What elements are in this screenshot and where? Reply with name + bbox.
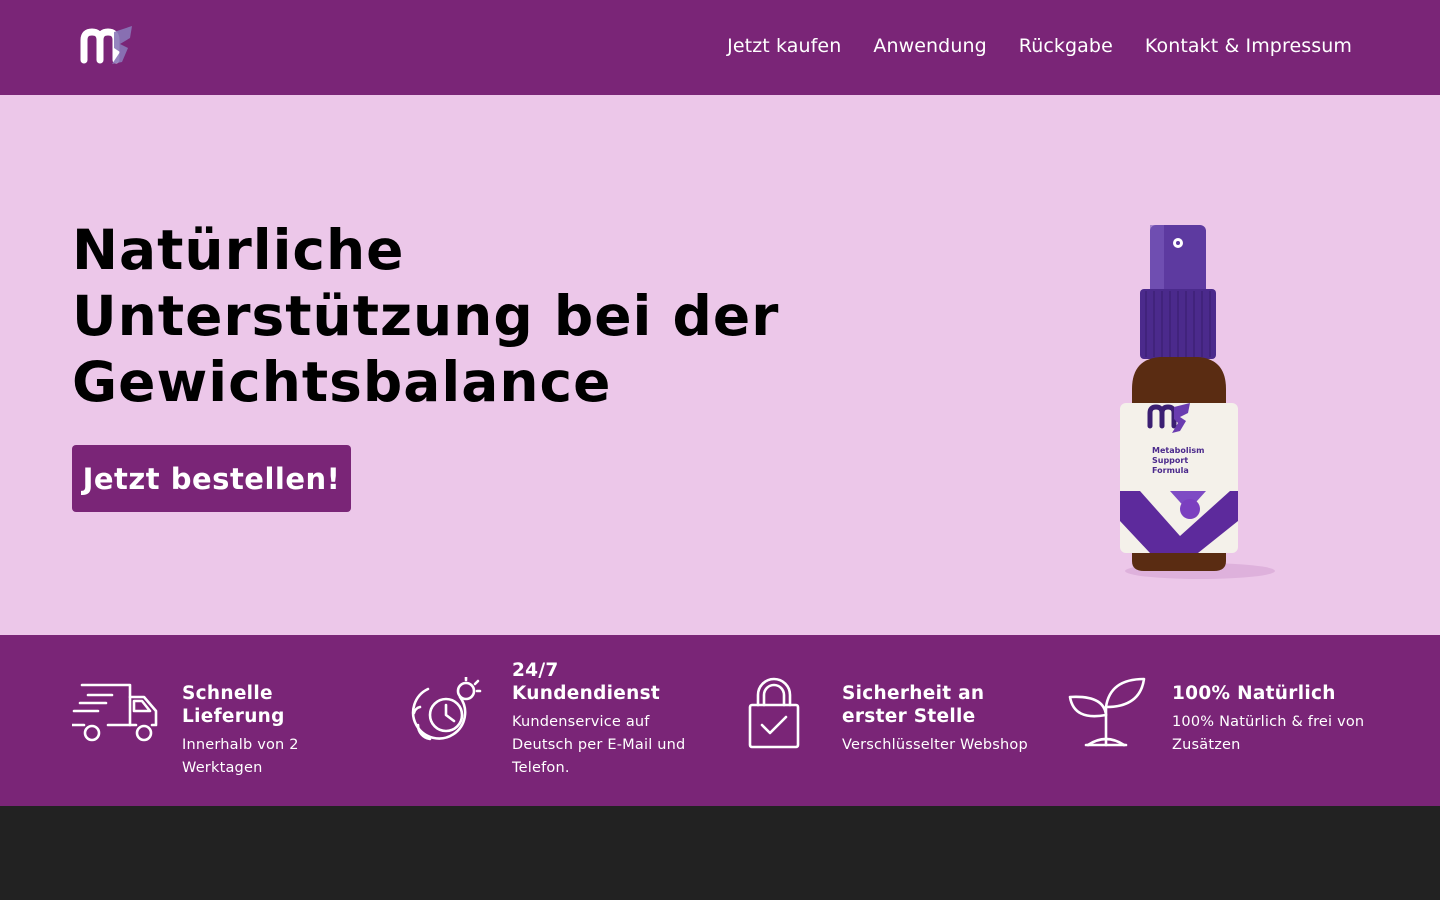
brand-logo[interactable] (80, 24, 136, 66)
feature-description: 100% Natürlich & frei von Zusätzen (1172, 714, 1365, 753)
nav-link-rueckgabe[interactable]: Rückgabe (1019, 33, 1113, 59)
feature-natural: 100% Natürlich 100% Natürlich & frei von… (1066, 635, 1386, 806)
bottle-label-line1: Metabolism (1152, 446, 1204, 455)
sprout-icon (1068, 677, 1146, 747)
hero-section: Natürliche Unterstützung bei der Gewicht… (0, 95, 1440, 635)
feature-natural-text: 100% Natürlich 100% Natürlich & frei von… (1172, 682, 1382, 757)
feature-description: Kundenservice auf Deutsch per E-Mail und… (512, 714, 686, 776)
features-bar: Schnelle Lieferung Innerhalb von 2 Werkt… (0, 635, 1440, 806)
site-header: Jetzt kaufen Anwendung Rückgabe Kontakt … (0, 0, 1440, 95)
feature-security: Sicherheit an erster Stelle Verschlüssel… (748, 635, 1068, 806)
feature-title: 24/7 Kundendienst (512, 660, 661, 704)
feature-fast-delivery-text: Schnelle Lieferung Innerhalb von 2 Werkt… (182, 682, 382, 780)
bottle-label-line3: Formula (1152, 466, 1189, 475)
nav-link-anwendung[interactable]: Anwendung (873, 33, 986, 59)
padlock-check-icon (748, 677, 800, 749)
nav-link-jetzt-kaufen[interactable]: Jetzt kaufen (727, 33, 841, 59)
feature-customer-service-text: 24/7 Kundendienst Kundenservice auf Deut… (512, 659, 702, 780)
feature-title: Sicherheit an erster Stelle (842, 683, 985, 727)
feature-title: 100% Natürlich (1172, 683, 1336, 704)
feature-security-text: Sicherheit an erster Stelle Verschlüssel… (842, 682, 1042, 757)
delivery-truck-icon (72, 683, 158, 742)
feature-description: Innerhalb von 2 Werktagen (182, 737, 299, 776)
feature-description: Verschlüsselter Webshop (842, 737, 1028, 753)
main-nav: Jetzt kaufen Anwendung Rückgabe Kontakt … (727, 33, 1352, 59)
nav-link-kontakt-impressum[interactable]: Kontakt & Impressum (1145, 33, 1352, 59)
feature-fast-delivery: Schnelle Lieferung Innerhalb von 2 Werkt… (72, 635, 392, 806)
product-bottle-image: Metabolism Support Formula (1120, 225, 1275, 579)
hero-title: Natürliche Unterstützung bei der Gewicht… (72, 218, 780, 414)
order-now-button[interactable]: Jetzt bestellen! (72, 445, 351, 512)
site-footer (0, 806, 1440, 900)
feature-customer-service: 24/7 Kundendienst Kundenservice auf Deut… (410, 635, 730, 806)
bottle-label-line2: Support (1152, 456, 1188, 465)
feature-title: Schnelle Lieferung (182, 683, 285, 727)
support-clock-icon (411, 677, 482, 741)
